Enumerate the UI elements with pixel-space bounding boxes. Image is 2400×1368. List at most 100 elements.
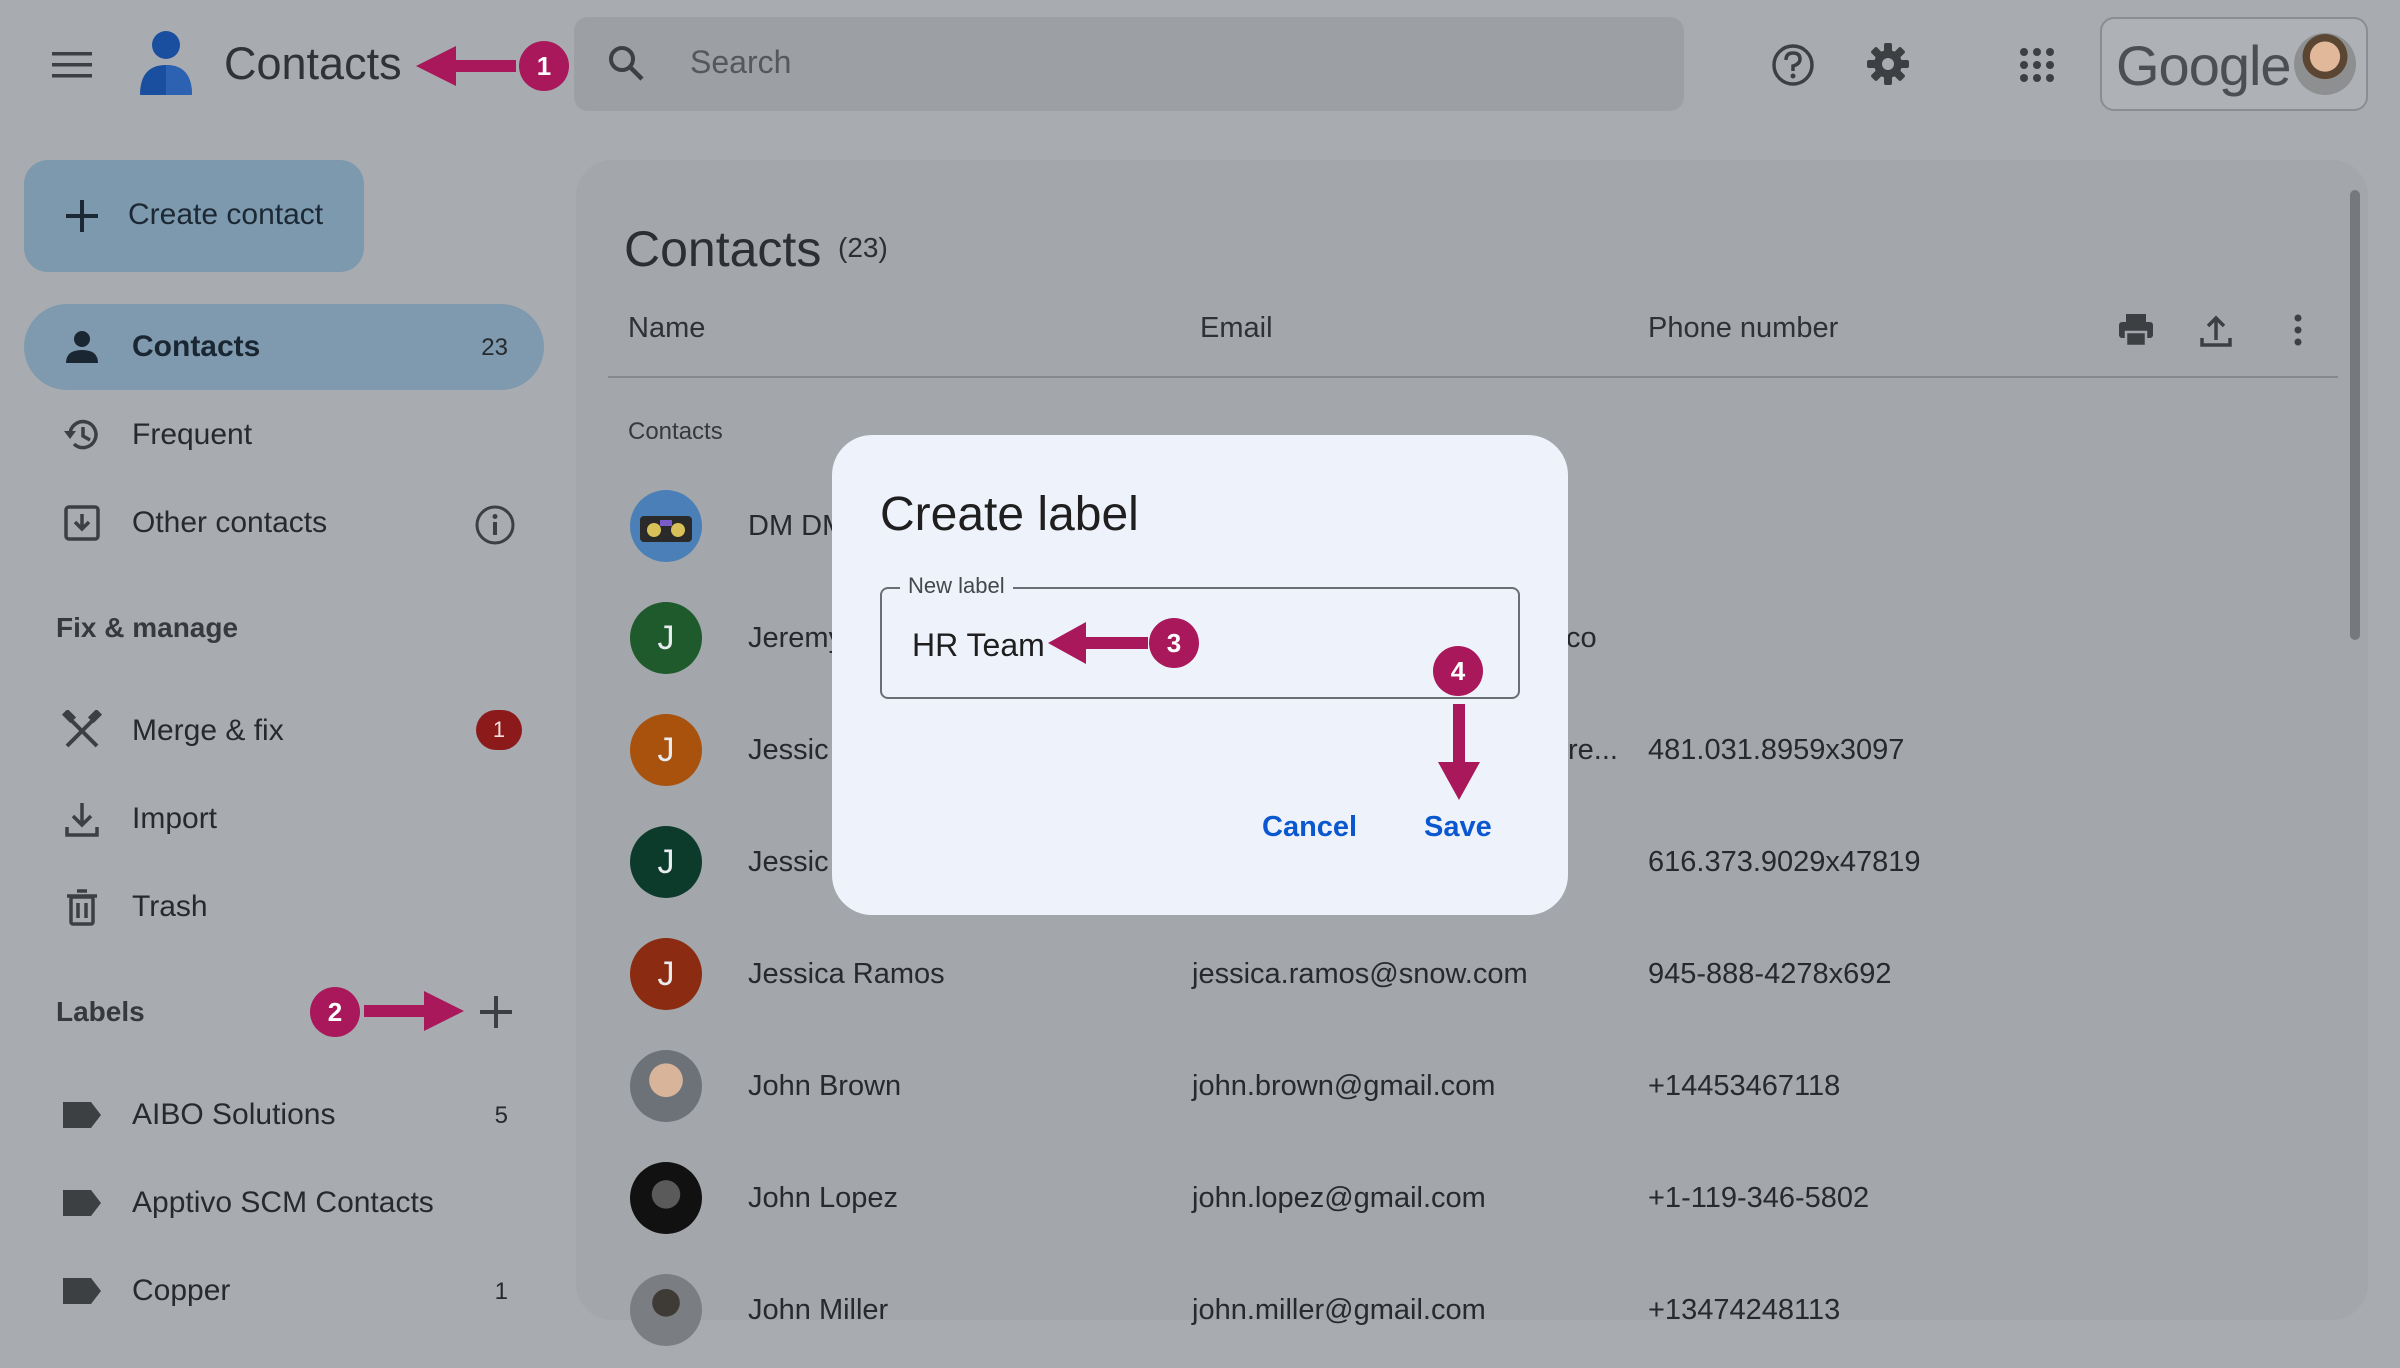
contact-name: Jeremy [748,622,844,654]
merge-icon [60,709,104,753]
contact-name: John Miller [748,1294,889,1326]
contact-name: Jessica Ramos [748,958,945,990]
avatar [630,490,702,562]
create-contact-button[interactable]: Create contact [24,160,364,272]
account-avatar[interactable] [2294,33,2356,95]
search-icon[interactable] [604,41,648,85]
add-label-plus-icon[interactable] [474,990,518,1034]
label-tag-icon [60,1269,104,1313]
dialog-title: Create label [880,488,1139,541]
field-label: New label [900,573,1013,599]
contact-phone: +14453467118 [1648,1070,1841,1102]
contact-email: co [1566,622,1597,654]
sidebar-item-label: Copper [132,1274,231,1307]
contact-email: re... [1568,734,1618,766]
plus-icon [62,196,102,236]
header-divider [608,376,2338,378]
trash-icon [60,885,104,929]
print-icon[interactable] [2114,308,2158,352]
label-tag-icon [60,1181,104,1225]
download-icon [60,797,104,841]
person-icon [60,325,104,369]
annotation-arrow-1 [416,44,516,93]
avatar: J [630,602,702,674]
more-vert-icon[interactable] [2278,308,2318,352]
sidebar-item-frequent[interactable]: Frequent [24,392,544,478]
avatar: J [630,938,702,1010]
avatar [630,1274,702,1346]
sidebar-item-label: AIBO Solutions [132,1098,336,1131]
google-wordmark: Google [2116,34,2292,97]
new-label-field[interactable]: New label HR Team [880,573,1520,699]
sidebar-item-merge-fix[interactable]: Merge & fix 1 [24,688,544,774]
contact-phone: +1-119-346-5802 [1648,1182,1870,1214]
label-count: 1 [494,1278,508,1305]
archive-icon [60,501,104,545]
sidebar-label-apptivo[interactable]: Apptivo SCM Contacts [24,1160,544,1246]
contact-email: jessica.ramos@snow.com [1192,958,1528,990]
annotation-arrow-3 [1048,620,1148,671]
contact-name: Jessic [748,846,829,878]
sidebar-item-label: Merge & fix [132,714,284,747]
save-button[interactable]: Save [1424,811,1492,844]
page-title: Contacts [624,221,822,277]
column-header-email[interactable]: Email [1200,312,1273,345]
sidebar-item-other-contacts[interactable]: Other contacts [24,480,544,566]
search-bar[interactable]: Search [574,17,1684,111]
main-menu-icon[interactable] [46,40,98,90]
sidebar-item-trash[interactable]: Trash [24,864,544,950]
sidebar-item-label: Import [132,802,218,835]
contact-phone: +13474248113 [1648,1294,1841,1326]
contact-name: John Brown [748,1070,902,1102]
contacts-group-label: Contacts [628,418,723,445]
table-row[interactable]: John Lopez john.lopez@gmail.com +1-119-3… [576,1144,2368,1256]
annotation-step-4: 4 [1433,646,1483,696]
sidebar-item-label: Contacts [132,330,261,363]
history-icon [60,413,104,457]
search-input[interactable]: Search [690,44,791,81]
labels-heading: Labels [56,996,145,1027]
info-icon[interactable] [472,502,518,548]
contacts-count: 23 [481,334,508,361]
avatar: J [630,714,702,786]
contact-email: john.miller@gmail.com [1192,1294,1486,1326]
sidebar-item-label: Apptivo SCM Contacts [132,1186,434,1219]
account-switcher[interactable]: Google [2100,17,2368,111]
avatar [630,1162,702,1234]
sidebar-item-label: Frequent [132,418,253,451]
new-label-input[interactable]: HR Team [912,627,1045,664]
column-header-phone[interactable]: Phone number [1648,312,1838,345]
annotation-step-3: 3 [1149,618,1199,668]
cancel-button[interactable]: Cancel [1262,811,1357,844]
contact-phone: 945-888-4278x692 [1648,958,1892,990]
export-icon[interactable] [2194,308,2238,352]
merge-badge: 1 [476,710,522,750]
annotation-arrow-2 [364,989,464,1038]
column-header-name[interactable]: Name [628,312,705,345]
annotation-step-1: 1 [519,41,569,91]
create-contact-label: Create contact [128,198,324,231]
avatar [630,1050,702,1122]
table-row[interactable]: John Miller john.miller@gmail.com +13474… [576,1256,2368,1368]
help-icon[interactable] [1768,40,1818,90]
table-row[interactable]: J Jessica Ramos jessica.ramos@snow.com 9… [576,920,2368,1032]
scrollbar[interactable] [2350,190,2360,640]
sidebar-label-aibo[interactable]: AIBO Solutions 5 [24,1072,544,1158]
sidebar-item-import[interactable]: Import [24,776,544,862]
apps-grid-icon[interactable] [2014,42,2060,88]
contact-phone: 616.373.9029x47819 [1648,846,1921,878]
contact-name: John Lopez [748,1182,898,1214]
sidebar-label-copper[interactable]: Copper 1 [24,1248,544,1334]
contact-name: Jessic [748,734,829,766]
settings-gear-icon[interactable] [1862,38,1914,90]
sidebar-item-contacts[interactable]: Contacts 23 [24,304,544,390]
sidebar-item-label: Trash [132,890,208,923]
contacts-logo-icon [134,28,198,100]
page-title-count: (23) [838,232,888,263]
contact-email: john.lopez@gmail.com [1192,1182,1486,1214]
contact-phone: 481.031.8959x3097 [1648,734,1905,766]
label-count: 5 [494,1102,508,1129]
annotation-arrow-4 [1436,704,1482,805]
table-row[interactable]: John Brown john.brown@gmail.com +1445346… [576,1032,2368,1144]
label-tag-icon [60,1093,104,1137]
